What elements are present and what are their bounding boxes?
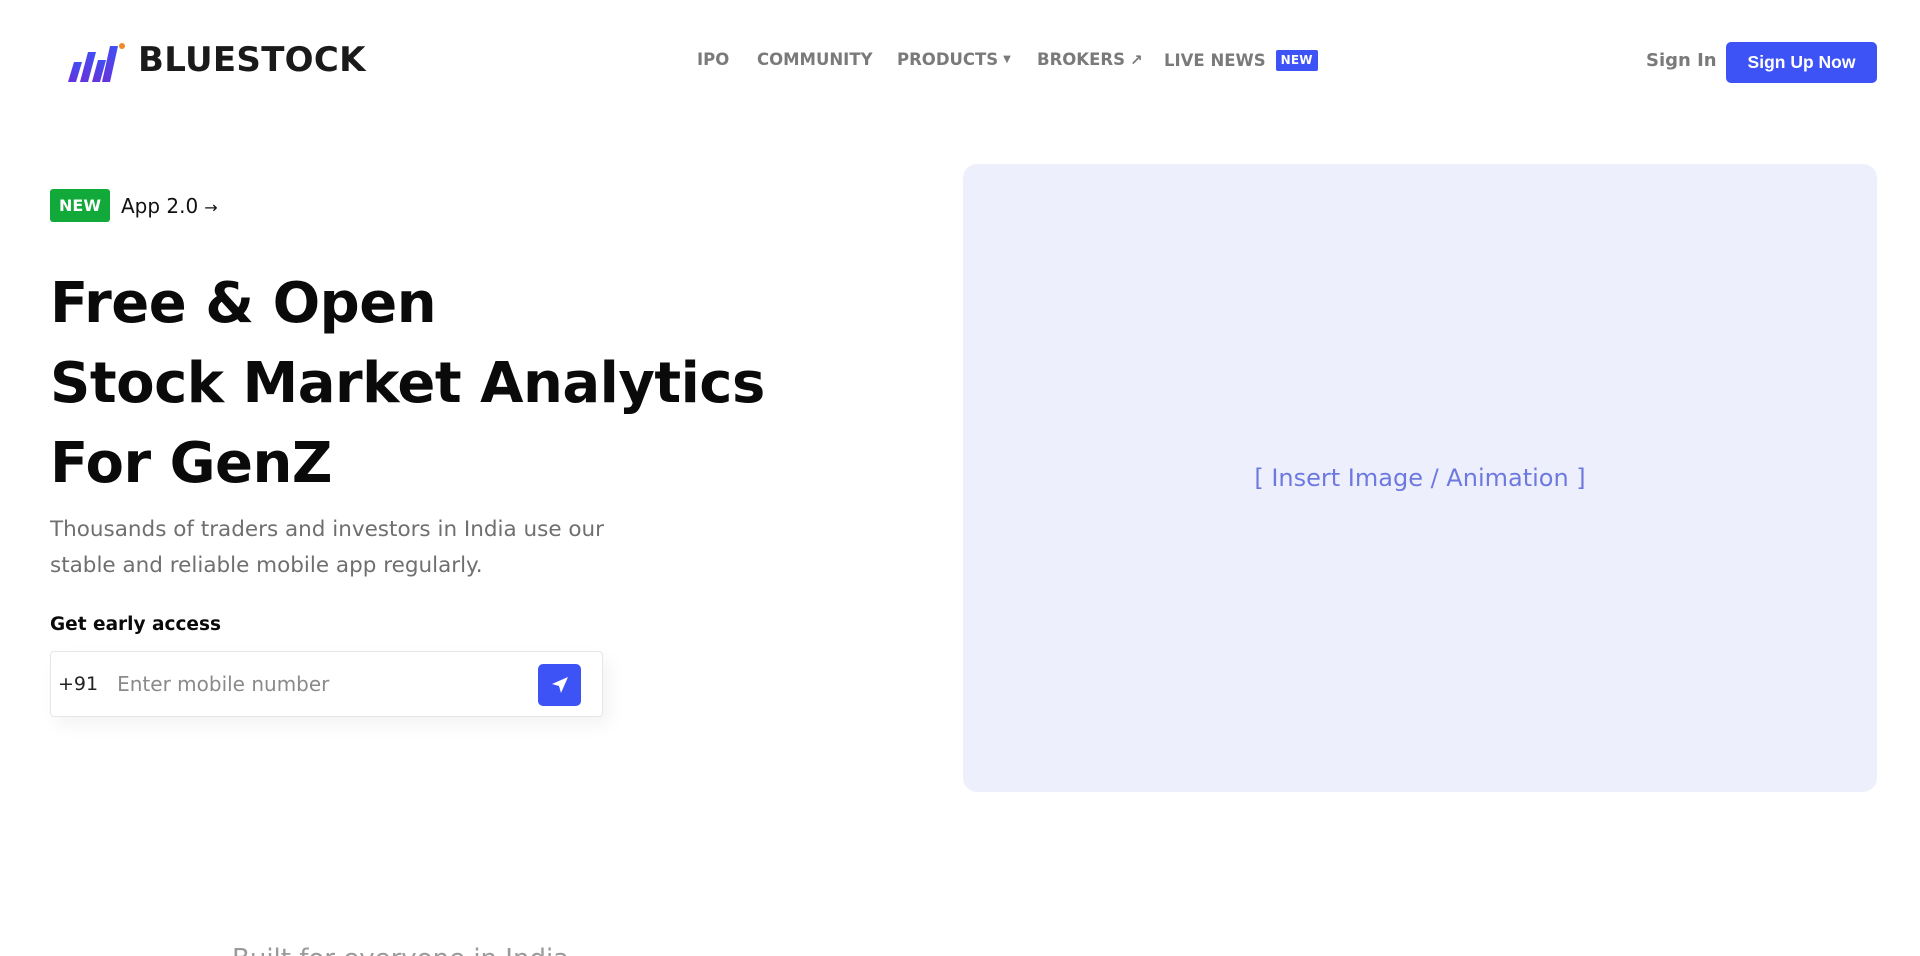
nav-item-label: LIVE NEWS	[1164, 51, 1266, 70]
sign-up-button[interactable]: Sign Up Now	[1726, 42, 1877, 83]
new-badge: NEW	[1275, 50, 1318, 71]
phone-signup-form: +91	[50, 651, 603, 717]
nav-item-products[interactable]: PRODUCTS ▼	[897, 50, 1011, 69]
nav-item-brokers[interactable]: BROKERS ↗	[1037, 50, 1143, 69]
hero-subtitle: Thousands of traders and investors in In…	[50, 517, 605, 578]
early-access-label: Get early access	[50, 614, 221, 635]
caret-down-icon: ▼	[1003, 54, 1011, 65]
main-nav: IPO COMMUNITY PRODUCTS ▼ BROKERS ↗ LIVE …	[0, 50, 1920, 72]
nav-item-live-news[interactable]: LIVE NEWS NEW	[1164, 50, 1318, 71]
send-button[interactable]	[538, 664, 581, 706]
hero-title-line: Free & Open	[50, 271, 437, 336]
sign-in-link[interactable]: Sign In	[1646, 50, 1717, 71]
media-placeholder-text: [ Insert Image / Animation ]	[1254, 464, 1586, 492]
arrow-right-icon: →	[204, 197, 218, 217]
arrow-up-right-icon: ↗	[1129, 50, 1143, 69]
hero-media-placeholder: [ Insert Image / Animation ]	[963, 164, 1877, 792]
announcement-text: App 2.0 →	[121, 194, 218, 218]
hero-title: Free & Open Stock Market Analytics For G…	[50, 264, 765, 504]
nav-item-ipo[interactable]: IPO	[697, 50, 729, 69]
nav-item-label: PRODUCTS	[897, 50, 999, 69]
new-badge: NEW	[50, 189, 110, 222]
send-icon	[551, 677, 568, 693]
nav-item-label: IPO	[697, 50, 730, 69]
section-heading-partial: Built for everyone in India	[232, 944, 569, 956]
announcement-pill[interactable]: NEW App 2.0 →	[50, 189, 218, 222]
country-code: +91	[58, 673, 99, 695]
mobile-number-input[interactable]	[117, 664, 518, 704]
hero-title-line: For GenZ	[50, 431, 332, 496]
hero-title-line: Stock Market Analytics	[50, 351, 765, 416]
nav-item-label: COMMUNITY	[757, 50, 873, 69]
nav-item-community[interactable]: COMMUNITY	[757, 50, 873, 69]
site-header: BLUESTOCK IPO COMMUNITY PRODUCTS ▼ BROKE…	[0, 0, 1920, 122]
announcement-label: App 2.0	[120, 193, 199, 218]
nav-item-label: BROKERS	[1037, 50, 1125, 69]
